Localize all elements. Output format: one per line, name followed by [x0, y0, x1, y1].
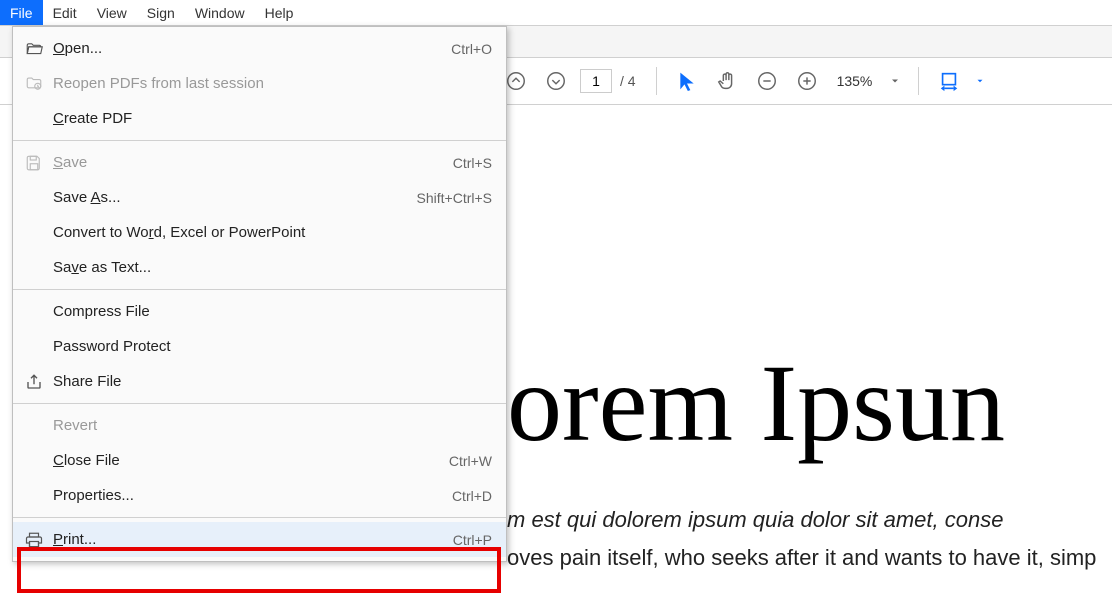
menu-convert[interactable]: Convert to Word, Excel or PowerPoint [13, 215, 506, 250]
menu-window[interactable]: Window [185, 0, 255, 25]
file-dropdown-menu: Open... Ctrl+O Reopen PDFs from last ses… [12, 26, 507, 562]
menu-password-protect[interactable]: Password Protect [13, 329, 506, 364]
menu-edit[interactable]: Edit [43, 0, 87, 25]
menu-view[interactable]: View [87, 0, 137, 25]
print-icon [21, 529, 47, 551]
share-icon [21, 371, 47, 393]
menu-label: Save [53, 154, 453, 171]
menu-shortcut: Ctrl+P [453, 532, 492, 548]
menubar: File Edit View Sign Window Help [0, 0, 1112, 26]
selection-tool-icon[interactable] [671, 65, 703, 97]
blank-icon [21, 301, 47, 323]
menu-revert: Revert [13, 408, 506, 443]
menu-separator [13, 403, 506, 404]
menu-separator [13, 140, 506, 141]
fit-width-icon[interactable] [933, 65, 965, 97]
zoom-value[interactable]: 135% [831, 73, 879, 89]
page-total-label: / 4 [620, 73, 636, 89]
zoom-out-icon[interactable] [751, 65, 783, 97]
menu-separator [13, 289, 506, 290]
menu-separator [13, 517, 506, 518]
zoom-in-icon[interactable] [791, 65, 823, 97]
menu-label: Share File [53, 373, 492, 390]
page-number-input[interactable] [580, 69, 612, 93]
fit-dropdown-icon[interactable] [973, 65, 987, 97]
menu-create-pdf[interactable]: Create PDF [13, 101, 506, 136]
menu-properties[interactable]: Properties... Ctrl+D [13, 478, 506, 513]
menu-save: Save Ctrl+S [13, 145, 506, 180]
blank-icon [21, 450, 47, 472]
blank-icon [21, 257, 47, 279]
menu-sign[interactable]: Sign [137, 0, 185, 25]
menu-label: Save As... [53, 189, 417, 206]
menu-shortcut: Ctrl+W [449, 453, 492, 469]
document-area: orem Ipsun m est qui dolorem ipsum quia … [507, 105, 1112, 601]
menu-help[interactable]: Help [255, 0, 304, 25]
menu-open[interactable]: Open... Ctrl+O [13, 31, 506, 66]
menu-save-as[interactable]: Save As... Shift+Ctrl+S [13, 180, 506, 215]
menu-shortcut: Ctrl+S [453, 155, 492, 171]
menu-label: Password Protect [53, 338, 492, 355]
blank-icon [21, 485, 47, 507]
document-title: orem Ipsun [507, 340, 1112, 467]
menu-save-as-text[interactable]: Save as Text... [13, 250, 506, 285]
menu-label: Convert to Word, Excel or PowerPoint [53, 224, 492, 241]
menu-label: Compress File [53, 303, 492, 320]
menu-file[interactable]: File [0, 0, 43, 25]
blank-icon [21, 108, 47, 130]
blank-icon [21, 336, 47, 358]
menu-close-file[interactable]: Close File Ctrl+W [13, 443, 506, 478]
blank-icon [21, 187, 47, 209]
zoom-dropdown-icon[interactable] [886, 65, 904, 97]
folder-clock-icon [21, 73, 47, 95]
menu-shortcut: Shift+Ctrl+S [417, 190, 492, 206]
menu-label: Close File [53, 452, 449, 469]
menu-label: Reopen PDFs from last session [53, 75, 492, 92]
menu-compress-file[interactable]: Compress File [13, 294, 506, 329]
menu-label: Create PDF [53, 110, 492, 127]
document-paragraph: m est qui dolorem ipsum quia dolor sit a… [507, 507, 1112, 533]
hand-tool-icon[interactable] [711, 65, 743, 97]
menu-label: Open... [53, 40, 451, 57]
toolbar-separator [918, 67, 919, 95]
floppy-icon [21, 152, 47, 174]
menu-label: Properties... [53, 487, 452, 504]
toolbar-separator [656, 67, 657, 95]
menu-print[interactable]: Print... Ctrl+P [13, 522, 506, 557]
menu-shortcut: Ctrl+D [452, 488, 492, 504]
menu-reopen-pdfs: Reopen PDFs from last session [13, 66, 506, 101]
blank-icon [21, 222, 47, 244]
menu-label: Revert [53, 417, 492, 434]
menu-label: Save as Text... [53, 259, 492, 276]
menu-label: Print... [53, 531, 453, 548]
menu-share-file[interactable]: Share File [13, 364, 506, 399]
blank-icon [21, 415, 47, 437]
page-down-icon[interactable] [540, 65, 572, 97]
menu-shortcut: Ctrl+O [451, 41, 492, 57]
folder-icon [21, 38, 47, 60]
document-paragraph: oves pain itself, who seeks after it and… [507, 545, 1112, 571]
